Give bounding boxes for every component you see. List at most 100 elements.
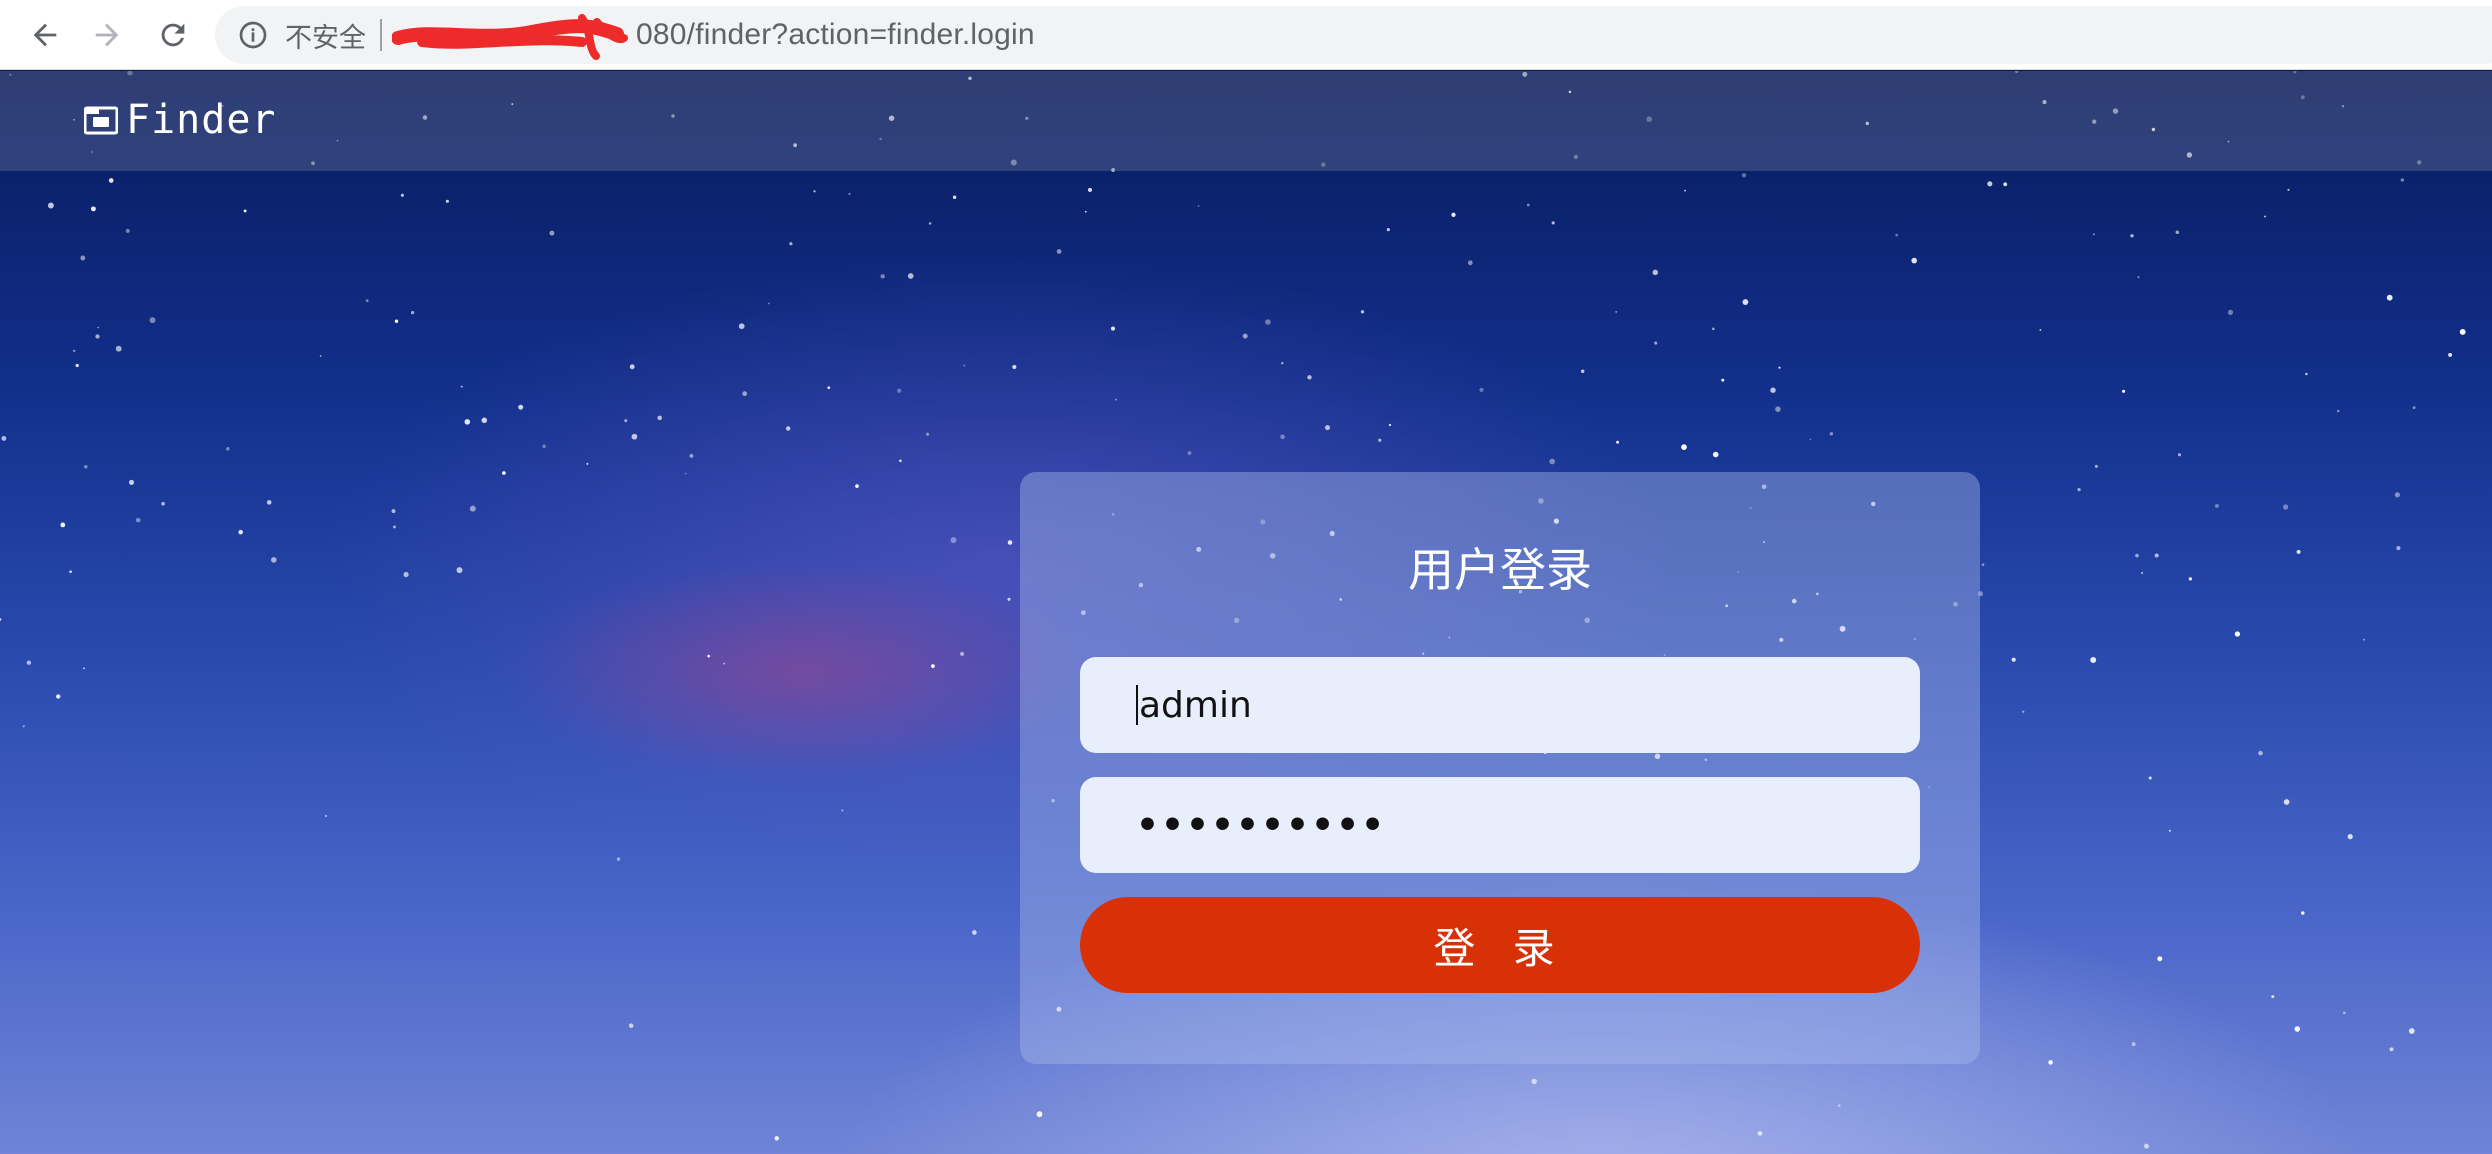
star — [1056, 249, 1062, 254]
star — [1616, 440, 1620, 444]
star — [2258, 750, 2263, 756]
star — [827, 386, 831, 390]
brand-logo[interactable]: Finder — [84, 95, 277, 145]
star — [899, 459, 902, 463]
reload-icon — [161, 23, 185, 47]
star — [1778, 366, 1781, 369]
star — [518, 404, 524, 410]
star — [1451, 212, 1456, 217]
star — [2077, 487, 2081, 492]
star — [631, 433, 638, 440]
star — [1110, 326, 1116, 331]
arrow-left-icon — [33, 23, 57, 47]
address-bar[interactable]: 不安全 080/finder?action=finder.login — [215, 6, 2492, 64]
star — [2022, 710, 2025, 713]
star — [95, 334, 100, 339]
star — [1242, 333, 1248, 339]
star — [1580, 369, 1585, 373]
star — [2048, 1060, 2053, 1065]
star — [2394, 492, 2400, 498]
star — [1265, 319, 1271, 325]
star — [2122, 389, 2126, 393]
username-field[interactable]: admin — [1080, 657, 1920, 753]
star — [742, 391, 748, 397]
info-icon[interactable] — [237, 19, 269, 51]
star — [319, 355, 322, 357]
star — [2177, 453, 2182, 457]
star — [1388, 423, 1392, 427]
star — [1479, 387, 1484, 392]
star — [2264, 215, 2266, 218]
star — [952, 195, 957, 200]
star — [75, 363, 79, 368]
star — [2459, 328, 2466, 335]
login-button[interactable]: 登 录 — [1080, 897, 1920, 993]
url-text[interactable]: 080/finder?action=finder.login — [392, 14, 1035, 60]
star — [502, 471, 506, 475]
username-value: admin — [1139, 684, 1252, 726]
star — [931, 664, 935, 668]
star — [47, 202, 54, 209]
star — [2282, 504, 2289, 510]
security-status-label[interactable]: 不安全 — [285, 16, 366, 55]
password-field[interactable]: •••••••••• — [1080, 777, 1920, 873]
star — [1770, 387, 1776, 393]
star — [2301, 911, 2305, 915]
star — [149, 317, 156, 324]
star — [456, 567, 463, 574]
star — [2141, 571, 2144, 575]
star — [1987, 181, 1993, 187]
star — [238, 529, 243, 535]
star — [445, 199, 449, 203]
star — [2157, 956, 2163, 962]
star — [69, 570, 72, 574]
star — [2092, 233, 2095, 236]
back-button[interactable] — [20, 10, 70, 60]
star — [2039, 328, 2042, 331]
star — [0, 618, 2, 621]
star — [723, 662, 726, 665]
star — [2094, 464, 2098, 468]
star — [1838, 1104, 1841, 1107]
star — [1012, 364, 1017, 370]
star — [469, 505, 476, 512]
star — [2283, 799, 2290, 805]
star — [963, 364, 966, 367]
browser-toolbar: 不安全 080/finder?action=finder.login — [0, 0, 2492, 70]
star — [657, 415, 662, 421]
star — [1526, 203, 1530, 207]
star — [1114, 398, 1118, 401]
star — [481, 417, 488, 424]
reload-button[interactable] — [148, 10, 198, 60]
star — [1809, 438, 1812, 441]
star — [1360, 310, 1365, 314]
star — [2305, 372, 2308, 376]
star — [108, 178, 114, 183]
star — [789, 242, 793, 246]
star — [243, 209, 247, 213]
star — [767, 302, 770, 305]
star — [2227, 309, 2234, 316]
star — [1187, 451, 1192, 455]
star — [2148, 776, 2152, 780]
star — [1036, 1111, 1043, 1118]
star — [2287, 188, 2290, 191]
star — [135, 517, 141, 523]
star — [549, 230, 555, 236]
star — [325, 815, 327, 817]
star — [926, 432, 930, 436]
star — [2234, 631, 2241, 637]
login-page: Finder 用户登录 admin •••••••••• 登 录 — [0, 71, 2492, 1154]
brand-name: Finder — [126, 97, 277, 143]
star — [97, 326, 99, 329]
star — [629, 364, 635, 370]
star — [960, 651, 965, 656]
star — [1197, 205, 1200, 208]
star — [225, 446, 230, 451]
star — [128, 479, 135, 485]
forward-button[interactable] — [82, 10, 132, 60]
star — [1549, 458, 1556, 465]
star — [624, 419, 628, 423]
star — [115, 345, 122, 352]
star — [1, 435, 7, 441]
